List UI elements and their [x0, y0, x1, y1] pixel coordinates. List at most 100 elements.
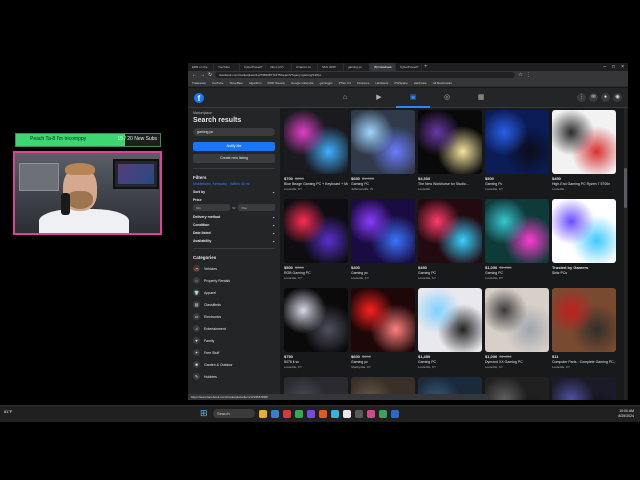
avatar[interactable]: ◉	[613, 93, 622, 102]
listing-card[interactable]: $1,450 Gaming PC Louisville, KY	[418, 288, 482, 369]
listing-photo[interactable]	[552, 110, 616, 174]
gaming-icon[interactable]: ▦	[464, 88, 498, 108]
page-scrollbar[interactable]	[624, 108, 627, 400]
browser-tab[interactable]: (8) Facebook	[370, 63, 396, 71]
weather-widget[interactable]: 81°F	[4, 409, 13, 414]
listing-photo[interactable]	[552, 377, 616, 400]
listing-card[interactable]: $1,000 $1,450 Dymond XX Gaming PC Louisvill…	[485, 288, 549, 369]
scrollbar-thumb[interactable]	[624, 168, 627, 208]
new-tab-icon[interactable]: +	[422, 63, 432, 71]
taskbar-app-icon[interactable]	[391, 409, 399, 418]
category-item[interactable]: 🚗 Vehicles	[193, 265, 275, 272]
bookmark-item[interactable]: Finances	[357, 79, 369, 86]
listing-card[interactable]: $500 Gaming Pc Louisville, KY	[485, 110, 549, 191]
taskbar-search-input[interactable]: Search	[213, 409, 255, 418]
listing-photo[interactable]	[351, 110, 415, 174]
listing-photo[interactable]	[284, 110, 348, 174]
listing-photo[interactable]	[485, 199, 549, 263]
facebook-logo-icon[interactable]: f	[194, 93, 204, 103]
breadcrumb[interactable]: Marketplace	[193, 111, 275, 115]
delivery-method-dropdown[interactable]: Delivery method ⌄	[193, 215, 275, 219]
listing-photo[interactable]	[351, 288, 415, 352]
category-item[interactable]: ▭ Electronics	[193, 313, 275, 320]
browser-tab[interactable]: YouTube	[214, 63, 240, 71]
bookmark-item[interactable]: StreetBee	[230, 79, 243, 86]
listing-card[interactable]: $450 Gaming PC Louisville, KY	[418, 199, 482, 280]
listing-photo[interactable]	[351, 199, 415, 263]
bookmark-item[interactable]: Hardware	[414, 79, 427, 86]
listing-card[interactable]: $400 Gaming pc Louisville, KY	[351, 199, 415, 280]
listing-card[interactable]: $1,000 $1,050 Gaming PC Louisville, KY	[485, 199, 549, 280]
category-item[interactable]: ♥ Family	[193, 337, 275, 344]
maximize-icon[interactable]: □	[612, 64, 615, 70]
listing-card[interactable]: Trusted by Gamers Skitz PCs	[552, 199, 616, 275]
category-item[interactable]: ▤ Classifieds	[193, 301, 275, 308]
taskbar-app-icon[interactable]	[295, 409, 303, 418]
close-icon[interactable]: ×	[621, 64, 624, 70]
browser-tab[interactable]: Inbox (27)	[266, 63, 292, 71]
windows-start-icon[interactable]: ⊞	[200, 409, 209, 418]
url-input[interactable]: facebook.com/marketplace/112768468771675…	[215, 72, 516, 78]
listing-photo[interactable]	[552, 199, 616, 263]
bookmark-item[interactable]: Tradeview	[192, 79, 206, 86]
bookmark-item[interactable]: Google Calendar	[291, 79, 314, 86]
bookmark-item[interactable]: Hardware	[375, 79, 388, 86]
category-item[interactable]: ♫ Entertainment	[193, 325, 275, 332]
search-input[interactable]: gaming pc	[193, 128, 275, 136]
marketplace-icon[interactable]: ▣	[396, 88, 430, 108]
taskbar-app-icon[interactable]	[271, 409, 279, 418]
listing-photo[interactable]	[552, 288, 616, 352]
bookmark-item[interactable]: PWSpace	[394, 79, 407, 86]
bookmark-item[interactable]: PTEn 3.2	[339, 79, 352, 86]
listing-card[interactable]	[552, 377, 616, 400]
taskbar-app-icon[interactable]	[343, 409, 351, 418]
max-price-input[interactable]: Max	[238, 204, 276, 211]
listing-card[interactable]: $4,500 The New Workhorse for Studio... Lou…	[418, 110, 482, 191]
notifications-icon[interactable]: ●	[601, 93, 610, 102]
bookmark-item[interactable]: YouTube	[212, 79, 224, 86]
home-icon[interactable]: ⌂	[328, 88, 362, 108]
taskbar-app-icon[interactable]	[259, 409, 267, 418]
category-item[interactable]: ⌂ Property Rentals	[193, 277, 275, 284]
listing-photo[interactable]	[485, 288, 549, 352]
listing-photo[interactable]	[485, 377, 549, 400]
browser-tab[interactable]: CyberPowerP	[240, 63, 266, 71]
listing-photo[interactable]	[418, 199, 482, 263]
taskbar-app-icon[interactable]	[367, 409, 375, 418]
extensions-icon[interactable]: ⋮	[526, 72, 531, 78]
menu-grid-icon[interactable]: ⋮	[577, 93, 586, 102]
minimize-icon[interactable]: –	[603, 64, 606, 70]
location-filter[interactable]: Middletown, Kentucky · Within 40 mi	[193, 182, 275, 186]
reload-icon[interactable]: ↻	[208, 72, 212, 78]
create-listing-button[interactable]: Create new listing	[193, 154, 275, 163]
category-item[interactable]: 👕 Apparel	[193, 289, 275, 296]
taskbar-app-icon[interactable]	[331, 409, 339, 418]
listing-card[interactable]: $600 $650 Gaming pc Shelbyville, KY	[351, 288, 415, 369]
bookmark-item[interactable]: Algarithm	[249, 79, 262, 86]
sort-by-dropdown[interactable]: Sort by ⌄	[193, 190, 275, 194]
browser-tab[interactable]: EDR on the	[188, 63, 214, 71]
listing-photo[interactable]	[284, 199, 348, 263]
messenger-icon[interactable]: ✉	[589, 93, 598, 102]
listing-photo[interactable]	[284, 288, 348, 352]
listing-card[interactable]	[485, 377, 549, 400]
system-tray[interactable]: 10:00 AM 8/29/2024	[618, 409, 634, 419]
availability-dropdown[interactable]: Availability ⌄	[193, 239, 275, 243]
taskbar-app-icon[interactable]	[379, 409, 387, 418]
browser-tab[interactable]: SKU 3035	[318, 63, 344, 71]
listing-photo[interactable]	[485, 110, 549, 174]
listing-card[interactable]: $750 5078 it sc Louisville, KY	[284, 288, 348, 369]
taskbar-app-icon[interactable]	[283, 409, 291, 418]
taskbar-app-icon[interactable]	[355, 409, 363, 418]
date-listed-dropdown[interactable]: Date listed ⌄	[193, 231, 275, 235]
groups-icon[interactable]: ◎	[430, 88, 464, 108]
browser-tab[interactable]: Amazon.co	[292, 63, 318, 71]
notify-me-button[interactable]: Notify Me	[193, 142, 275, 151]
bookmark-item[interactable]: gamingpc	[320, 79, 333, 86]
category-item[interactable]: ✎ Hobbies	[193, 373, 275, 380]
listing-photo[interactable]	[418, 288, 482, 352]
listing-card[interactable]: $500 $550 RGB Gaming PC Louisville, KY	[284, 199, 348, 280]
bookmark-item[interactable]: IPAD Weekly	[268, 79, 285, 86]
listing-card[interactable]: $700 $850 Blue Beage Gaming PC + Keyboard …	[284, 110, 348, 191]
listing-card[interactable]: $450 High-End Gaming PC Ryzen 7 5700x Loui…	[552, 110, 616, 191]
